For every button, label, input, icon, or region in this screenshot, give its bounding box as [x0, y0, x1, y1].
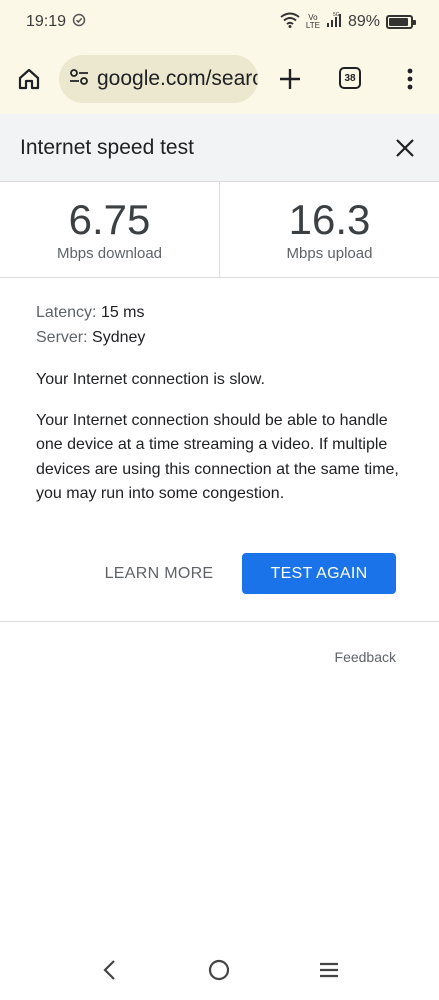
details-section: Latency: 15 ms Server: Sydney Your Inter… [36, 300, 406, 507]
page-title: Internet speed test [20, 135, 194, 159]
volte-indicator: Vo LTE [305, 13, 320, 30]
home-icon[interactable] [16, 66, 42, 92]
upload-result: 16.3 Mbps upload [219, 182, 439, 277]
svg-text:5G: 5G [333, 12, 340, 18]
summary-text: Your Internet connection is slow. [36, 371, 265, 388]
new-tab-icon[interactable] [278, 67, 302, 91]
status-left: 19:19 [26, 13, 86, 32]
back-icon[interactable] [96, 956, 124, 984]
signal-icon: 5G [326, 12, 342, 33]
close-icon[interactable] [391, 134, 419, 162]
url-text[interactable]: google.com/searc [97, 67, 258, 91]
more-menu-icon[interactable] [400, 67, 420, 91]
tab-count[interactable]: 38 [339, 67, 361, 89]
latency-line: Latency: 15 ms [36, 300, 406, 325]
feedback-link[interactable]: Feedback [335, 649, 396, 665]
server-line: Server: Sydney [36, 325, 406, 350]
upload-unit: Mbps upload [286, 245, 373, 262]
address-bar[interactable]: google.com/searc [59, 55, 258, 103]
upload-value: 16.3 [288, 196, 371, 243]
description-text: Your Internet connection should be able … [36, 411, 399, 503]
speed-test-header: Internet speed test [0, 114, 439, 182]
download-result: 6.75 Mbps download [0, 182, 219, 277]
download-unit: Mbps download [56, 245, 163, 262]
home-circle-icon[interactable] [205, 956, 233, 984]
test-again-button[interactable]: TEST AGAIN [242, 553, 396, 594]
recents-menu-icon[interactable] [315, 956, 343, 984]
status-bar: 19:19 Vo LTE 5G 89% [0, 0, 439, 44]
divider [0, 621, 439, 622]
tab-switcher-button[interactable]: 38 [339, 67, 361, 89]
status-right: Vo LTE 5G 89% [280, 12, 416, 33]
system-nav-bar [0, 940, 439, 1000]
wifi-icon [280, 12, 300, 33]
browser-toolbar: google.com/searc 38 [0, 44, 439, 114]
clock: 19:19 [26, 13, 67, 30]
sync-check-icon [72, 13, 86, 32]
speed-results: 6.75 Mbps download 16.3 Mbps upload [0, 182, 439, 278]
battery-percent: 89% [347, 13, 380, 30]
server-label: Server: [36, 329, 88, 346]
battery-icon [386, 15, 416, 29]
latency-value: 15 ms [100, 304, 145, 321]
learn-more-button[interactable]: LEARN MORE [96, 554, 222, 594]
latency-label: Latency: [36, 304, 97, 321]
site-settings-icon[interactable] [69, 67, 89, 92]
download-value: 6.75 [68, 196, 151, 243]
server-value: Sydney [92, 329, 146, 346]
